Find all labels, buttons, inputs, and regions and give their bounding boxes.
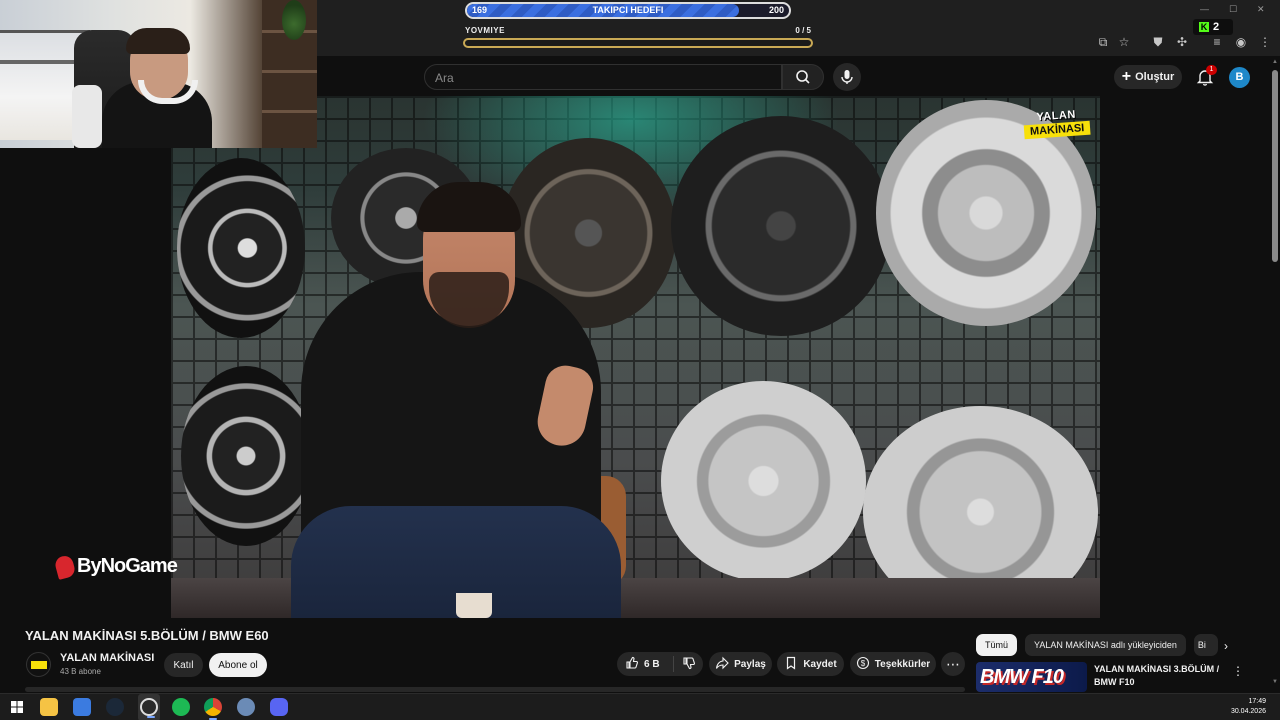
join-label: Katıl (173, 659, 194, 671)
scroll-up-icon[interactable]: ▲ (1271, 59, 1279, 65)
chip-partial[interactable]: Bi (1193, 634, 1218, 656)
related-filter-chips: Tümü YALAN MAKİNASI adlı yükleyiciden Bi (976, 634, 1218, 656)
chevron-right-icon[interactable]: › (1218, 638, 1234, 654)
browser-menu-icon[interactable]: ⋮ (1257, 34, 1273, 50)
youtube-masthead: Ara + Oluştur 1 B (317, 56, 1270, 96)
search-icon (796, 70, 810, 84)
webcam-overlay (0, 0, 317, 148)
create-button[interactable]: + Oluştur (1114, 65, 1182, 89)
more-actions-button[interactable]: ⋯ (941, 652, 965, 676)
system-clock[interactable]: 17:49 30.04.2026 (1231, 697, 1266, 717)
video-title: YALAN MAKİNASI 5.BÖLÜM / BMW E60 (25, 628, 269, 643)
video-player[interactable]: YALAN MAKİNASI (171, 96, 1100, 618)
related-video-thumbnail[interactable]: BMW F10 (976, 662, 1087, 692)
kick-viewer-badge: K 2 (1193, 19, 1233, 35)
spotify-icon[interactable] (172, 698, 190, 716)
like-dislike-group: 6 B (617, 652, 703, 676)
like-icon[interactable] (625, 656, 639, 673)
channel-name[interactable]: YALAN MAKİNASI (60, 652, 154, 664)
app-icon[interactable] (237, 698, 255, 716)
goal-target: 200 (768, 5, 784, 15)
goal-label: TAKIPCI HEDEFI (592, 5, 664, 15)
thanks-button[interactable]: $ Teşekkürler (850, 652, 936, 676)
notifications-button[interactable]: 1 (1192, 64, 1218, 90)
share-label: Paylaş (734, 658, 766, 670)
obs-icon[interactable] (140, 698, 158, 718)
follower-goal-bar: 169 TAKIPCI HEDEFI 200 (465, 2, 791, 19)
close-window-icon[interactable]: ✕ (1257, 4, 1265, 15)
save-label: Kaydet (803, 658, 837, 670)
clock-date: 30.04.2026 (1230, 708, 1266, 715)
search-placeholder: Ara (435, 71, 454, 85)
super-thanks-icon: $ (856, 656, 870, 673)
discord-icon[interactable] (270, 698, 288, 716)
daily-progress-bar (463, 38, 813, 48)
account-avatar[interactable]: B (1229, 67, 1250, 88)
coffee-cup (456, 593, 492, 618)
profile-icon[interactable]: ◉ (1233, 34, 1249, 50)
share-icon (715, 656, 729, 673)
daily-label: YOVMIYE (465, 26, 505, 35)
wheel-rim (671, 116, 891, 336)
store-icon[interactable] (73, 698, 91, 716)
related-video-title[interactable]: YALAN MAKİNASI 3.BÖLÜM / BMW F10 (1094, 663, 1222, 689)
media-queue-icon[interactable]: ≡ (1209, 34, 1225, 50)
microphone-icon (841, 70, 853, 84)
maximize-icon[interactable]: ☐ (1229, 4, 1237, 15)
daily-goal: YOVMIYE 0 / 5 (463, 26, 813, 50)
start-menu-icon[interactable] (8, 698, 26, 716)
more-horizontal-icon: ⋯ (946, 655, 960, 672)
chip-from-uploader[interactable]: YALAN MAKİNASI adlı yükleyiciden (1025, 634, 1186, 656)
install-app-icon[interactable]: ⧉ (1095, 34, 1111, 50)
search-input[interactable]: Ara (424, 64, 782, 90)
share-button[interactable]: Paylaş (709, 652, 772, 676)
minimize-icon[interactable]: — (1200, 4, 1209, 14)
daily-count: 0 / 5 (795, 26, 811, 35)
sponsor-logo-icon (53, 553, 77, 580)
svg-text:$: $ (861, 659, 866, 668)
scrollbar-thumb[interactable] (1272, 70, 1278, 262)
clock-time: 17:49 (1248, 698, 1266, 705)
search-button[interactable] (782, 64, 824, 90)
plus-icon: + (1121, 68, 1132, 85)
bookmark-star-icon[interactable]: ☆ (1116, 34, 1132, 50)
thanks-label: Teşekkürler (874, 658, 931, 670)
related-more-icon[interactable]: ⋮ (1232, 664, 1244, 678)
kick-logo-icon: K (1199, 22, 1209, 32)
file-explorer-icon[interactable] (40, 698, 58, 716)
page-scrollbar[interactable]: ▲ ▼ (1270, 56, 1280, 688)
voice-search-button[interactable] (833, 63, 861, 91)
sponsor-name: ByNoGame (77, 555, 178, 577)
like-count[interactable]: 6 B (644, 659, 660, 670)
create-label: Oluştur (1135, 71, 1175, 83)
save-button[interactable]: Kaydet (777, 652, 844, 676)
plant (282, 0, 306, 40)
chrome-icon[interactable] (204, 698, 222, 720)
scroll-down-icon[interactable]: ▼ (1271, 679, 1279, 685)
wheel-rim (661, 381, 866, 581)
bookmark-icon (784, 656, 798, 673)
thumbnail-text: BMW F10 (980, 666, 1064, 688)
shield-extension-icon[interactable]: ⛊ (1150, 34, 1166, 50)
kick-viewer-count: 2 (1213, 21, 1220, 33)
subscribe-label: Abone ol (218, 659, 258, 671)
join-button[interactable]: Katıl (164, 653, 203, 677)
sponsor-logo: ByNoGame (53, 553, 178, 580)
notification-badge: 1 (1206, 65, 1217, 75)
extensions-puzzle-icon[interactable]: ✣ (1174, 34, 1190, 50)
channel-avatar[interactable] (26, 652, 51, 677)
chip-all[interactable]: Tümü (976, 634, 1018, 656)
subscribe-button[interactable]: Abone ol (209, 653, 267, 677)
wheel-rim (181, 366, 311, 546)
windows-taskbar: 17:49 30.04.2026 (0, 693, 1280, 720)
show-watermark-logo: YALAN MAKİNASI (1023, 108, 1091, 149)
screen: — ☐ ✕ ⧉ ☆ ⛊ ✣ ≡ ◉ ⋮ 169 TAKIPCI HEDEFI 2… (0, 0, 1280, 720)
wheel-rim (177, 158, 305, 338)
description-box-edge (25, 687, 965, 692)
steam-icon[interactable] (106, 698, 124, 716)
dislike-icon[interactable] (682, 656, 696, 673)
subscriber-count: 43 B abone (60, 667, 101, 676)
